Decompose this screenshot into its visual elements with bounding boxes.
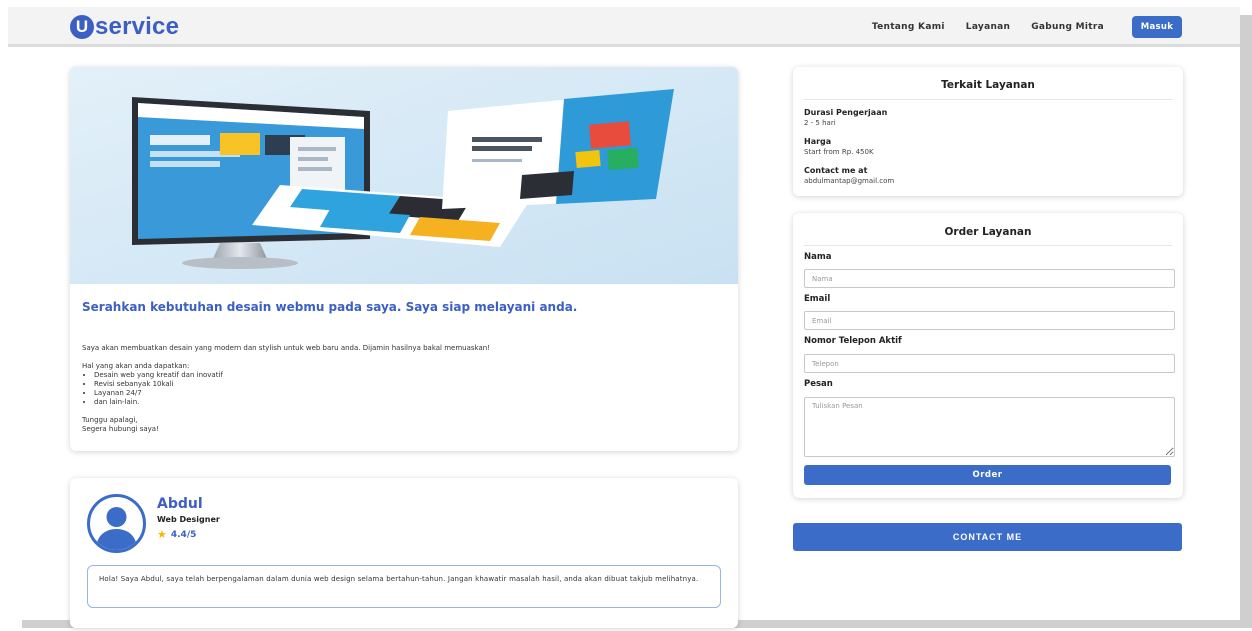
order-title: Order Layanan: [944, 226, 1032, 238]
rating-value: 4.4/5: [170, 529, 197, 540]
list-item: Layanan 24/7: [94, 389, 722, 398]
price-value: Start from Rp. 450K: [804, 148, 874, 156]
nav-links: Tentang Kami Layanan Gabung Mitra Masuk: [851, 16, 1182, 38]
order-card: Order Layanan Nama Email Nomor Telepon A…: [793, 213, 1183, 498]
hero-illustration: [70, 67, 738, 284]
duration-label: Durasi Pengerjaan: [804, 108, 888, 117]
hero-image: [70, 67, 738, 284]
service-card: Serahkan kebutuhan desain webmu pada say…: [70, 67, 738, 451]
profile-name: Abdul: [157, 496, 203, 512]
nav-link-tentang-kami[interactable]: Tentang Kami: [872, 22, 945, 32]
user-icon: [96, 507, 137, 550]
logo-letter: U: [70, 15, 94, 39]
contact-label: Contact me at: [804, 166, 868, 175]
page-frame: U service Tentang Kami Layanan Gabung Mi…: [8, 7, 1240, 628]
order-button[interactable]: Order: [804, 465, 1171, 485]
list-item: dan lain-lain.: [94, 398, 722, 407]
closing-line-1: Tunggu apalagi,: [82, 416, 138, 424]
email-input[interactable]: [804, 311, 1175, 330]
divider: [804, 245, 1172, 246]
phone-label: Nomor Telepon Aktif: [804, 336, 902, 346]
benefits-list: Desain web yang kreatif dan inovatif Rev…: [94, 371, 722, 407]
duration-value: 2 - 5 hari: [804, 119, 836, 127]
avatar: [87, 494, 146, 553]
service-intro: Saya akan membuatkan desain yang modern …: [82, 344, 490, 352]
benefits-heading: Hal yang akan anda dapatkan:: [82, 362, 190, 370]
message-label: Pesan: [804, 379, 833, 389]
service-title: Serahkan kebutuhan desain webmu pada say…: [82, 300, 578, 314]
service-info-card: Terkait Layanan Durasi Pengerjaan 2 - 5 …: [793, 67, 1183, 196]
list-item: Revisi sebanyak 10kali: [94, 380, 722, 389]
star-icon: ★: [157, 528, 167, 541]
profile-bio: Hola! Saya Abdul, saya telah berpengalam…: [87, 565, 721, 608]
divider: [804, 99, 1172, 100]
brand-logo[interactable]: U service: [70, 13, 179, 41]
info-title: Terkait Layanan: [941, 79, 1035, 91]
price-label: Harga: [804, 137, 832, 146]
phone-input[interactable]: [804, 354, 1175, 373]
nav-link-layanan[interactable]: Layanan: [966, 22, 1010, 32]
closing-line-2: Segera hubungi saya!: [82, 425, 159, 433]
logo-text: service: [95, 13, 180, 40]
profile-card: Abdul Web Designer ★ 4.4/5 Hola! Saya Ab…: [70, 478, 738, 628]
profile-rating: ★ 4.4/5: [157, 528, 196, 541]
service-description: Saya akan membuatkan desain yang modern …: [82, 344, 722, 434]
profile-role: Web Designer: [157, 515, 220, 524]
name-input[interactable]: [804, 269, 1175, 288]
email-label: Email: [804, 294, 831, 304]
name-label: Nama: [804, 252, 832, 262]
contact-me-button[interactable]: CONTACT ME: [793, 523, 1182, 551]
contact-email: abdulmantap@gmail.com: [804, 177, 895, 185]
list-item: Desain web yang kreatif dan inovatif: [94, 371, 722, 380]
login-button[interactable]: Masuk: [1132, 16, 1182, 38]
message-textarea[interactable]: [804, 397, 1175, 457]
nav-link-gabung-mitra[interactable]: Gabung Mitra: [1031, 22, 1104, 32]
navbar: U service Tentang Kami Layanan Gabung Mi…: [8, 7, 1240, 47]
